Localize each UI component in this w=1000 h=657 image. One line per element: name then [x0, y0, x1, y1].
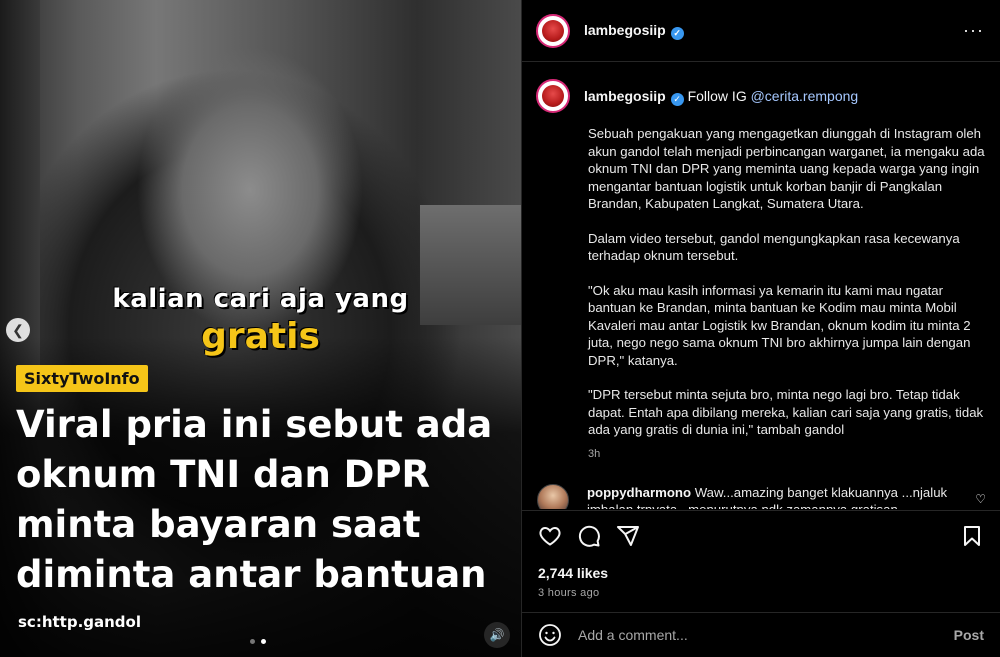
- caption-paragraph: Dalam video tersebut, gandol mengungkapk…: [588, 230, 960, 264]
- likes-count[interactable]: 2,744 likes: [538, 565, 984, 581]
- caption-paragraph: "Ok aku mau kasih informasi ya kemarin i…: [588, 282, 971, 368]
- comment-input[interactable]: [578, 627, 954, 643]
- carousel-dot-active: [261, 639, 266, 644]
- comments-section[interactable]: lambegosiip ✓ Follow IG @cerita.rempong S…: [522, 63, 1000, 509]
- audio-toggle-button[interactable]: 🔊: [484, 622, 510, 648]
- share-icon[interactable]: [616, 524, 640, 548]
- header-username[interactable]: lambegosiip ✓: [584, 22, 684, 40]
- carousel-dot: [250, 639, 255, 644]
- post-timestamp[interactable]: 3 hours ago: [538, 587, 984, 599]
- media-headline: Viral pria ini sebut ada oknum TNI dan D…: [16, 403, 493, 596]
- post-actions: 2,744 likes 3 hours ago: [522, 510, 1000, 620]
- previous-slide-button[interactable]: ❮: [6, 318, 30, 342]
- video-subtitle-line2: gratis: [201, 316, 320, 357]
- media-source-credit: sc:http.gandol: [18, 613, 141, 631]
- caption-header: lambegosiip ✓ Follow IG @cerita.rempong: [536, 79, 986, 113]
- add-comment-bar: Post: [522, 612, 1000, 657]
- verified-badge-icon: ✓: [670, 93, 684, 106]
- bookmark-icon[interactable]: [960, 524, 984, 548]
- caption-paragraph: Sebuah pengakuan yang mengagetkan diungg…: [588, 126, 985, 211]
- post-side-panel: lambegosiip ✓ ··· lambegosiip ✓ Follow IG …: [521, 0, 1000, 657]
- more-options-icon[interactable]: ···: [963, 20, 984, 41]
- caption-paragraph: "DPR tersebut minta sejuta bro, minta ne…: [588, 387, 984, 437]
- emoji-icon[interactable]: [538, 623, 562, 647]
- avatar[interactable]: [536, 13, 570, 48]
- profile-logo-icon: [542, 85, 564, 107]
- comment-username[interactable]: poppydharmono: [587, 485, 691, 500]
- chevron-left-icon: ❮: [12, 322, 24, 338]
- comment-icon[interactable]: [577, 524, 601, 548]
- video-subtitle-line1: kalian cari aja yang: [112, 284, 409, 314]
- source-badge: SixtyTwoInfo: [16, 365, 148, 392]
- profile-logo-icon: [542, 19, 564, 42]
- caption-follow-text: Follow IG: [687, 88, 747, 104]
- caption-avatar[interactable]: [536, 79, 570, 113]
- instagram-post-view: kalian cari aja yang gratis SixtyTwoInfo…: [0, 0, 1000, 657]
- list-item: poppydharmono Waw...amazing banget klaku…: [536, 483, 986, 509]
- verified-badge-icon: ✓: [670, 26, 684, 40]
- commenter-avatar[interactable]: [537, 483, 569, 509]
- comment-like-heart-icon[interactable]: ♡: [975, 492, 986, 506]
- speaker-icon: 🔊: [489, 628, 505, 642]
- post-header: lambegosiip ✓ ···: [522, 0, 1000, 62]
- caption-mention-link[interactable]: @cerita.rempong: [751, 88, 859, 104]
- caption-username[interactable]: lambegosiip: [584, 88, 666, 104]
- caption-body: Sebuah pengakuan yang mengagetkan diungg…: [588, 125, 993, 439]
- heart-icon[interactable]: [538, 524, 562, 548]
- post-comment-button[interactable]: Post: [954, 627, 984, 643]
- carousel-dots: [250, 639, 266, 644]
- caption-timestamp[interactable]: 3h: [588, 448, 986, 460]
- post-media[interactable]: kalian cari aja yang gratis SixtyTwoInfo…: [0, 0, 521, 657]
